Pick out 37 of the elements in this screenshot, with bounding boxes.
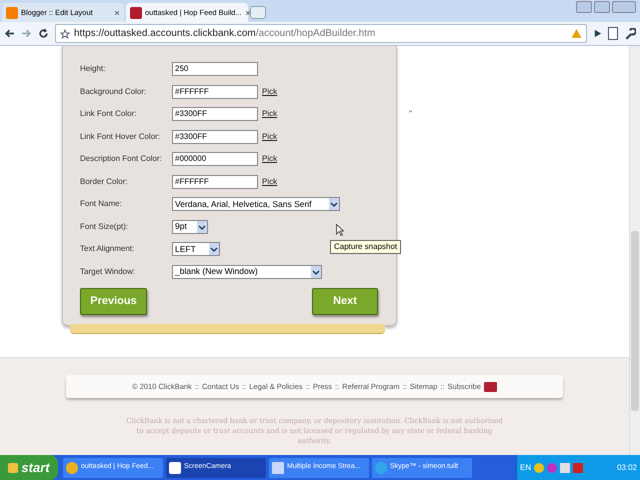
dropdown[interactable]: 9pt [172, 220, 208, 234]
pick-link[interactable]: Pick [262, 153, 278, 166]
text-field[interactable]: #3300FF [172, 107, 258, 122]
field-label: Link Font Hover Color: [80, 130, 162, 143]
field-label: Description Font Color: [80, 153, 163, 166]
start-button[interactable]: start [0, 455, 58, 480]
page-icon[interactable] [608, 27, 618, 40]
pick-link[interactable]: Pick [262, 86, 278, 98]
text-field[interactable]: #FFFFFF [172, 174, 258, 189]
field-label: Text Alignment: [80, 243, 136, 256]
text-field[interactable]: #3300FF [172, 130, 258, 144]
dropdown[interactable]: LEFT [172, 242, 220, 256]
field-label: Font Size(pt): [80, 220, 130, 233]
field-label: Height: [80, 63, 106, 76]
clock: 03:02 [616, 462, 637, 474]
star-icon[interactable] [60, 28, 70, 38]
field-label: Background Color: [80, 86, 148, 98]
cursor-icon [336, 224, 344, 236]
field-label: Link Font Color: [80, 108, 138, 120]
address-bar[interactable]: https://outtasked.accounts.clickbank.com/account/hopAdBuilder.htm [55, 24, 587, 43]
dropdown[interactable]: _blank (New Window) [172, 264, 322, 279]
stray-mark: '' [409, 108, 412, 120]
text-field[interactable]: 250 [172, 62, 258, 76]
pick-link[interactable]: Pick [262, 176, 278, 188]
field-label: Target Window: [80, 266, 136, 278]
pick-link[interactable]: Pick [262, 108, 278, 120]
pick-link[interactable]: Pick [262, 130, 278, 143]
field-label: Border Color: [80, 176, 129, 188]
tooltip: Capture snapshot [330, 240, 402, 254]
text-field[interactable]: #FFFFFF [172, 84, 258, 99]
scrollbar[interactable] [629, 46, 640, 455]
back-icon[interactable] [4, 28, 15, 39]
field-label: Font Name: [80, 198, 123, 210]
play-icon[interactable] [593, 29, 602, 38]
dropdown[interactable]: Verdana, Arial, Helvetica, Sans Serif [172, 197, 340, 212]
text-field[interactable]: #000000 [172, 152, 258, 166]
reload-icon[interactable] [38, 28, 49, 39]
